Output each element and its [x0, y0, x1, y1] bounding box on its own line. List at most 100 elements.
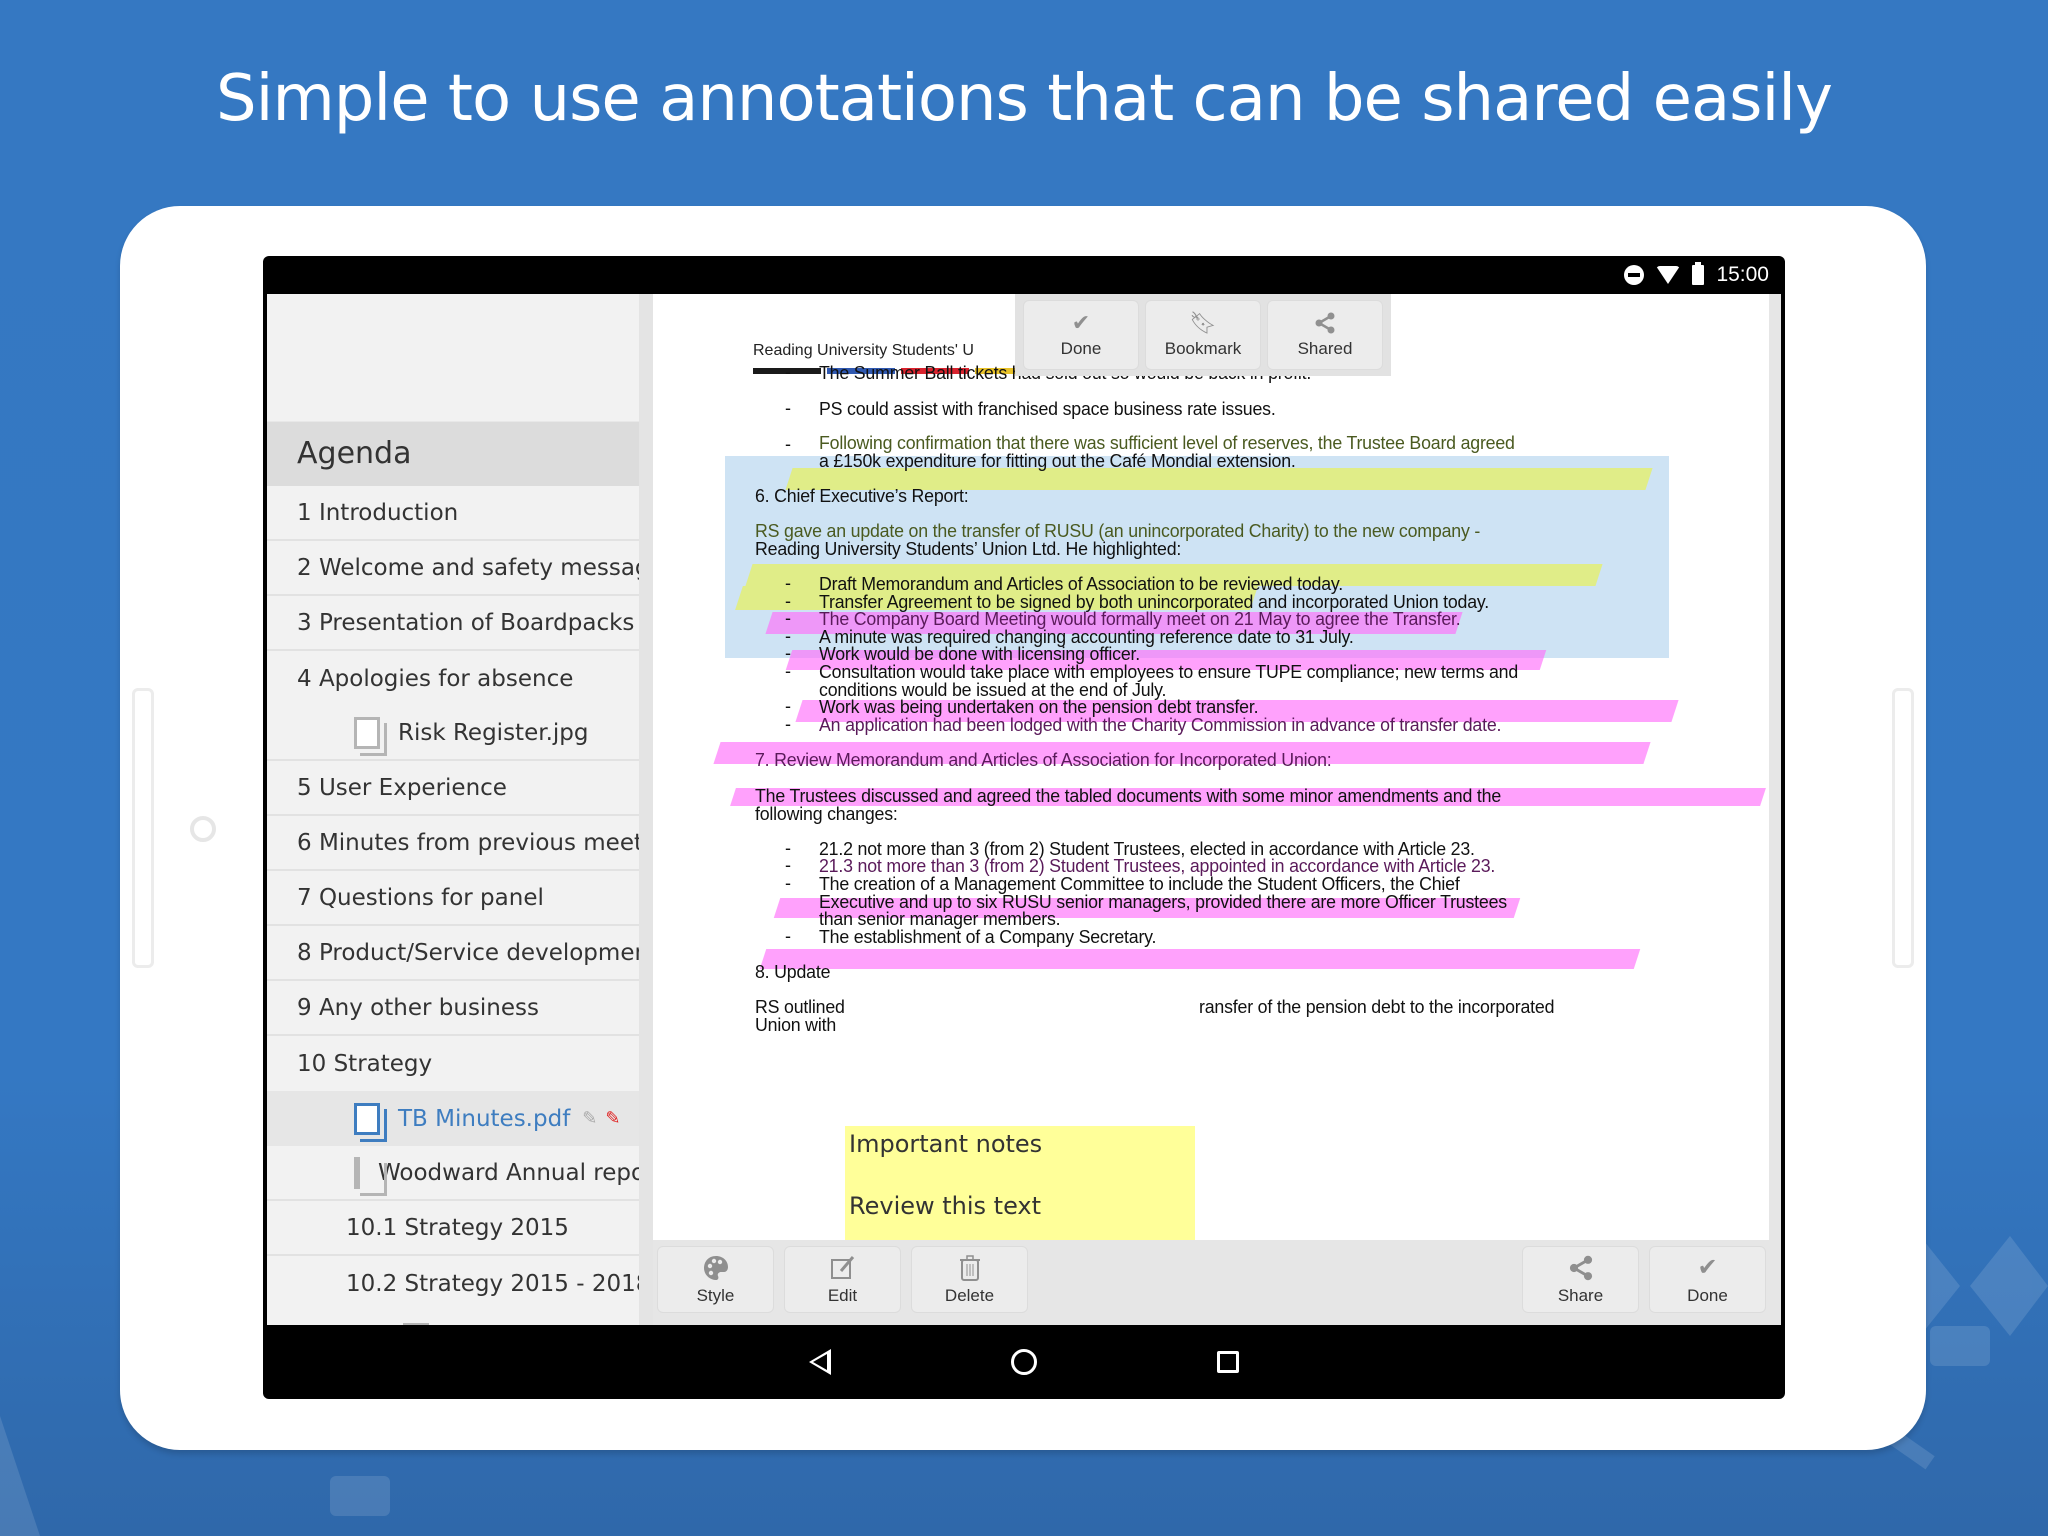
- agenda-item-label: 4 Apologies for absence: [297, 665, 574, 692]
- trash-icon: [956, 1254, 984, 1282]
- agenda-item-presentation[interactable]: 3 Presentation of Boardpacks App: [267, 596, 639, 651]
- done-button-bottom[interactable]: ✔ Done: [1649, 1246, 1766, 1313]
- agenda-item-strategy-2015[interactable]: 10.1 Strategy 2015: [267, 1201, 639, 1256]
- agenda-item-label: 9 Any other business: [297, 994, 540, 1021]
- checkmark-icon: ✔: [1071, 310, 1091, 335]
- done-button[interactable]: ✔ Done: [1023, 300, 1139, 370]
- palette-icon: [702, 1254, 730, 1282]
- battery-icon: [1692, 262, 1705, 285]
- agenda-item-user-experience[interactable]: 5 User Experience: [267, 761, 639, 816]
- sticky-note-line: Important notes: [849, 1130, 1043, 1158]
- doc-line: PS could assist with franchised space bu…: [819, 398, 1276, 419]
- agenda-item-welcome[interactable]: 2 Welcome and safety message: [267, 541, 639, 596]
- annotation-pen-icon: ✎: [605, 1108, 621, 1129]
- document-page[interactable]: Reading University Students' U - The Sum…: [653, 294, 1769, 1240]
- document-logo-text: Reading University Students' U: [753, 342, 974, 359]
- agenda-item-label: 10.1 Strategy 2015: [346, 1214, 569, 1241]
- agenda-item-strategy-2015-2018[interactable]: 10.2 Strategy 2015 - 2018: [267, 1256, 639, 1311]
- agenda-item-apologies[interactable]: 4 Apologies for absence: [267, 651, 639, 706]
- file-tb-minutes-active[interactable]: TB Minutes.pdf ✎ ✎: [267, 1091, 639, 1146]
- annotation-top-toolbar: ✔ Done 🔖︎ Bookmark Shared: [1015, 294, 1391, 376]
- button-label: Done: [1060, 339, 1102, 358]
- file-tb-minutes[interactable]: TB Minutes.pdf: [267, 1311, 639, 1325]
- agenda-item-strategy[interactable]: 10 Strategy: [267, 1036, 639, 1091]
- wifi-icon: [1656, 266, 1681, 284]
- tablet-side-button-left: [132, 688, 154, 968]
- doc-line: Reading University Students’ Union Ltd. …: [755, 538, 1182, 559]
- recent-apps-icon[interactable]: [1217, 1351, 1239, 1373]
- annotation-bottom-toolbar: Style Edit Delete Share ✔ Done: [653, 1240, 1781, 1325]
- agenda-item-label: 2 Welcome and safety message: [297, 554, 653, 581]
- share-button[interactable]: Share: [1522, 1246, 1639, 1313]
- doc-heading: 7. Review Memorandum and Articles of Ass…: [755, 749, 1332, 770]
- agenda-item-label: 1 Introduction: [297, 499, 459, 526]
- document-icon: [354, 716, 387, 756]
- document-icon: [354, 1156, 387, 1196]
- sidebar-header: [267, 294, 639, 422]
- agenda-item-label: 7 Questions for panel: [297, 884, 544, 911]
- agenda-item-aob[interactable]: 9 Any other business: [267, 981, 639, 1036]
- agenda-item-questions[interactable]: 7 Questions for panel: [267, 871, 639, 926]
- button-label: Shared: [1297, 339, 1353, 358]
- button-label: Edit: [827, 1285, 858, 1305]
- bookmark-icon: 🔖︎: [1189, 310, 1217, 335]
- edit-button[interactable]: Edit: [784, 1246, 901, 1313]
- share-icon: [1313, 311, 1337, 335]
- agenda-item-product[interactable]: 8 Product/Service development: [267, 926, 639, 981]
- file-label: TB Minutes.pdf: [398, 1105, 571, 1132]
- doc-line: An application had been lodged with the …: [819, 714, 1502, 735]
- delete-button[interactable]: Delete: [911, 1246, 1028, 1313]
- do-not-disturb-icon: [1624, 265, 1645, 285]
- file-risk-register[interactable]: Risk Register.jpg: [267, 706, 639, 761]
- highlight-pink[interactable]: [759, 949, 1641, 969]
- bullet-dash: -: [785, 661, 791, 681]
- file-woodward-report[interactable]: Woodward Annual report: [267, 1146, 639, 1201]
- doc-line: Union with: [755, 1014, 837, 1035]
- sticky-note[interactable]: Important notes Review this text: [845, 1126, 1195, 1240]
- device-screen: 15:00 Agenda 1 Introduction 2 Welcome an…: [263, 256, 1785, 1399]
- agenda-item-label: 3 Presentation of Boardpacks App: [297, 609, 653, 636]
- agenda-sidebar: Agenda 1 Introduction 2 Welcome and safe…: [267, 294, 653, 1325]
- button-label: Style: [696, 1285, 735, 1305]
- agenda-item-minutes[interactable]: 6 Minutes from previous meeting: [267, 816, 639, 871]
- bullet-dash: -: [785, 398, 791, 418]
- agenda-item-label: 10.2 Strategy 2015 - 2018: [346, 1270, 651, 1297]
- doc-line: The establishment of a Company Secretary…: [819, 926, 1157, 947]
- back-icon[interactable]: [809, 1349, 831, 1375]
- doc-heading: 6. Chief Executive’s Report:: [755, 485, 969, 506]
- button-label: Share: [1557, 1285, 1604, 1305]
- agenda-item-label: 6 Minutes from previous meeting: [297, 829, 653, 856]
- agenda-item-label: 10 Strategy: [297, 1050, 433, 1077]
- doc-line: ransfer of the pension debt to the incor…: [1199, 996, 1555, 1017]
- bullet-dash: -: [785, 714, 791, 734]
- bullet-dash: -: [785, 434, 791, 454]
- button-label: Bookmark: [1164, 339, 1242, 358]
- doc-line: following changes:: [755, 803, 898, 824]
- document-icon: [354, 1102, 387, 1142]
- document-viewer: Reading University Students' U - The Sum…: [653, 294, 1781, 1240]
- agenda-item-label: 5 User Experience: [297, 774, 507, 801]
- shared-button[interactable]: Shared: [1267, 300, 1383, 370]
- agenda-title: Agenda: [267, 422, 639, 486]
- sticky-note-line: Review this text: [849, 1192, 1042, 1220]
- bookmark-button[interactable]: 🔖︎ Bookmark: [1145, 300, 1261, 370]
- file-label: Risk Register.jpg: [398, 719, 589, 746]
- pen-icon: ✎: [582, 1108, 598, 1129]
- button-label: Delete: [944, 1285, 995, 1305]
- button-label: Done: [1687, 1285, 1728, 1305]
- bullet-dash: -: [785, 926, 791, 946]
- android-nav-bar: [263, 1325, 1785, 1399]
- status-bar: 15:00: [263, 256, 1785, 294]
- edit-icon: [829, 1254, 857, 1282]
- agenda-item-label: 8 Product/Service development: [297, 939, 653, 966]
- agenda-item-introduction[interactable]: 1 Introduction: [267, 486, 639, 541]
- doc-line: a £150k expenditure for fitting out the …: [819, 450, 1296, 471]
- headline: Simple to use annotations that can be sh…: [216, 62, 1833, 136]
- file-label: Woodward Annual report: [378, 1159, 653, 1186]
- bullet-dash: -: [785, 362, 791, 382]
- style-button[interactable]: Style: [657, 1246, 774, 1313]
- status-time: 15:00: [1716, 263, 1769, 286]
- tablet-side-button-right: [1892, 688, 1914, 968]
- tablet-camera: [190, 816, 216, 842]
- home-icon[interactable]: [1011, 1349, 1037, 1375]
